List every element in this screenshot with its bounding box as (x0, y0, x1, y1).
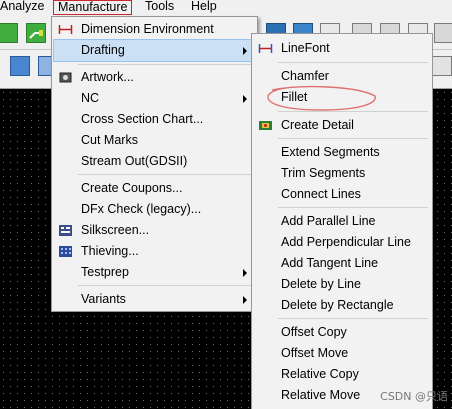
menu-item-label: Offset Move (281, 346, 349, 360)
menu-separator (278, 318, 428, 319)
menu-item-label: Drafting (81, 43, 125, 57)
watermark: CSDN @只语 (380, 390, 448, 403)
menu-item-offset-copy[interactable]: Offset Copy (254, 322, 430, 343)
menu-item-add-parallel-line[interactable]: Add Parallel Line (254, 211, 430, 232)
menu-item-label: Offset Copy (281, 325, 347, 339)
menu-item-silkscreen[interactable]: Silkscreen... (54, 220, 255, 241)
menu-item-label: Artwork... (81, 70, 134, 84)
menu-item-label: Testprep (81, 265, 129, 279)
menu-item-cross-section-chart[interactable]: Cross Section Chart... (54, 109, 255, 130)
menu-item-label: Silkscreen... (81, 223, 150, 237)
manufacture-menu: Dimension Environment Drafting Artwork..… (51, 16, 258, 312)
menu-item-nc[interactable]: NC (54, 88, 255, 109)
menu-item-label: Create Detail (281, 118, 354, 132)
menu-separator (278, 207, 428, 208)
menu-item-trim-segments[interactable]: Trim Segments (254, 163, 430, 184)
menu-item-label: Stream Out(GDSII) (81, 154, 188, 168)
menu-item-add-tangent-line[interactable]: Add Tangent Line (254, 253, 430, 274)
menu-item-thieving[interactable]: Thieving... (54, 241, 255, 262)
menu-item-label: Add Tangent Line (281, 256, 379, 270)
menu-item-label: LineFont (281, 41, 330, 55)
toolbar-route-icon[interactable] (26, 23, 46, 43)
menu-item-label: Thieving... (81, 244, 139, 258)
menu-item-delete-by-rectangle[interactable]: Delete by Rectangle (254, 295, 430, 316)
dimension-icon (58, 22, 73, 37)
menu-item-label: Add Parallel Line (281, 214, 376, 228)
toolbar-view-icon[interactable] (432, 56, 452, 76)
menu-item-extend-segments[interactable]: Extend Segments (254, 142, 430, 163)
menu-item-offset-move[interactable]: Offset Move (254, 343, 430, 364)
submenu-arrow-icon (243, 269, 247, 277)
menu-item-connect-lines[interactable]: Connect Lines (254, 184, 430, 205)
menu-item-relative-copy[interactable]: Relative Copy (254, 364, 430, 385)
menu-item-label: Relative Copy (281, 367, 359, 381)
menu-separator (278, 138, 428, 139)
menu-item-label: Cut Marks (81, 133, 138, 147)
artwork-icon (58, 70, 73, 85)
toolbar-green-icon[interactable] (0, 23, 18, 43)
menu-item-label: Trim Segments (281, 166, 366, 180)
menu-tools[interactable]: Tools (141, 0, 178, 15)
menu-item-label: DFx Check (legacy)... (81, 202, 202, 216)
menu-separator (78, 64, 253, 65)
menu-item-cut-marks[interactable]: Cut Marks (54, 130, 255, 151)
menu-item-delete-by-line[interactable]: Delete by Line (254, 274, 430, 295)
menu-item-label: Cross Section Chart... (81, 112, 204, 126)
menu-item-drafting[interactable]: Drafting (53, 39, 256, 62)
menu-item-label: Relative Move (281, 388, 361, 402)
menu-item-label: Extend Segments (281, 145, 380, 159)
menu-item-label: Add Perpendicular Line (281, 235, 411, 249)
menu-help[interactable]: Help (187, 0, 221, 15)
menu-item-create-coupons[interactable]: Create Coupons... (54, 178, 255, 199)
menu-item-label: Dimension Environment (81, 22, 214, 36)
submenu-arrow-icon (243, 95, 247, 103)
menu-analyze[interactable]: Analyze (0, 0, 48, 15)
menu-item-variants[interactable]: Variants (54, 289, 255, 310)
menu-separator (78, 174, 253, 175)
menu-item-label: Variants (81, 292, 126, 306)
menu-item-add-perpendicular-line[interactable]: Add Perpendicular Line (254, 232, 430, 253)
menu-item-label: Connect Lines (281, 187, 361, 201)
toolbar-place-icon[interactable] (10, 56, 30, 76)
menu-item-label: Create Coupons... (81, 181, 183, 195)
silkscreen-icon (58, 223, 73, 238)
linefont-icon (258, 41, 273, 56)
menu-item-create-detail[interactable]: Create Detail (254, 115, 430, 136)
menu-item-testprep[interactable]: Testprep (54, 262, 255, 283)
menu-manufacture[interactable]: Manufacture (53, 0, 133, 15)
menu-separator (278, 62, 428, 63)
menu-item-label: NC (81, 91, 100, 105)
menu-item-linefont[interactable]: LineFont (254, 38, 430, 59)
menu-item-stream-out[interactable]: Stream Out(GDSII) (54, 151, 255, 172)
annotation-circle-icon (267, 85, 376, 111)
menubar: Analyze Manufacture Tools Help (0, 0, 452, 15)
toolbar-misc-icon[interactable] (434, 23, 452, 43)
menu-item-artwork[interactable]: Artwork... (54, 67, 255, 88)
thieving-icon (58, 244, 73, 259)
menu-item-label: Delete by Rectangle (281, 298, 394, 312)
submenu-arrow-icon (243, 296, 247, 304)
menu-separator (78, 285, 253, 286)
menu-item-dfx-check[interactable]: DFx Check (legacy)... (54, 199, 255, 220)
submenu-arrow-icon (243, 47, 247, 55)
menu-item-label: Delete by Line (281, 277, 361, 291)
create-detail-icon (258, 118, 273, 133)
menu-item-label: Chamfer (281, 69, 329, 83)
menu-item-dimension-environment[interactable]: Dimension Environment (54, 19, 255, 40)
